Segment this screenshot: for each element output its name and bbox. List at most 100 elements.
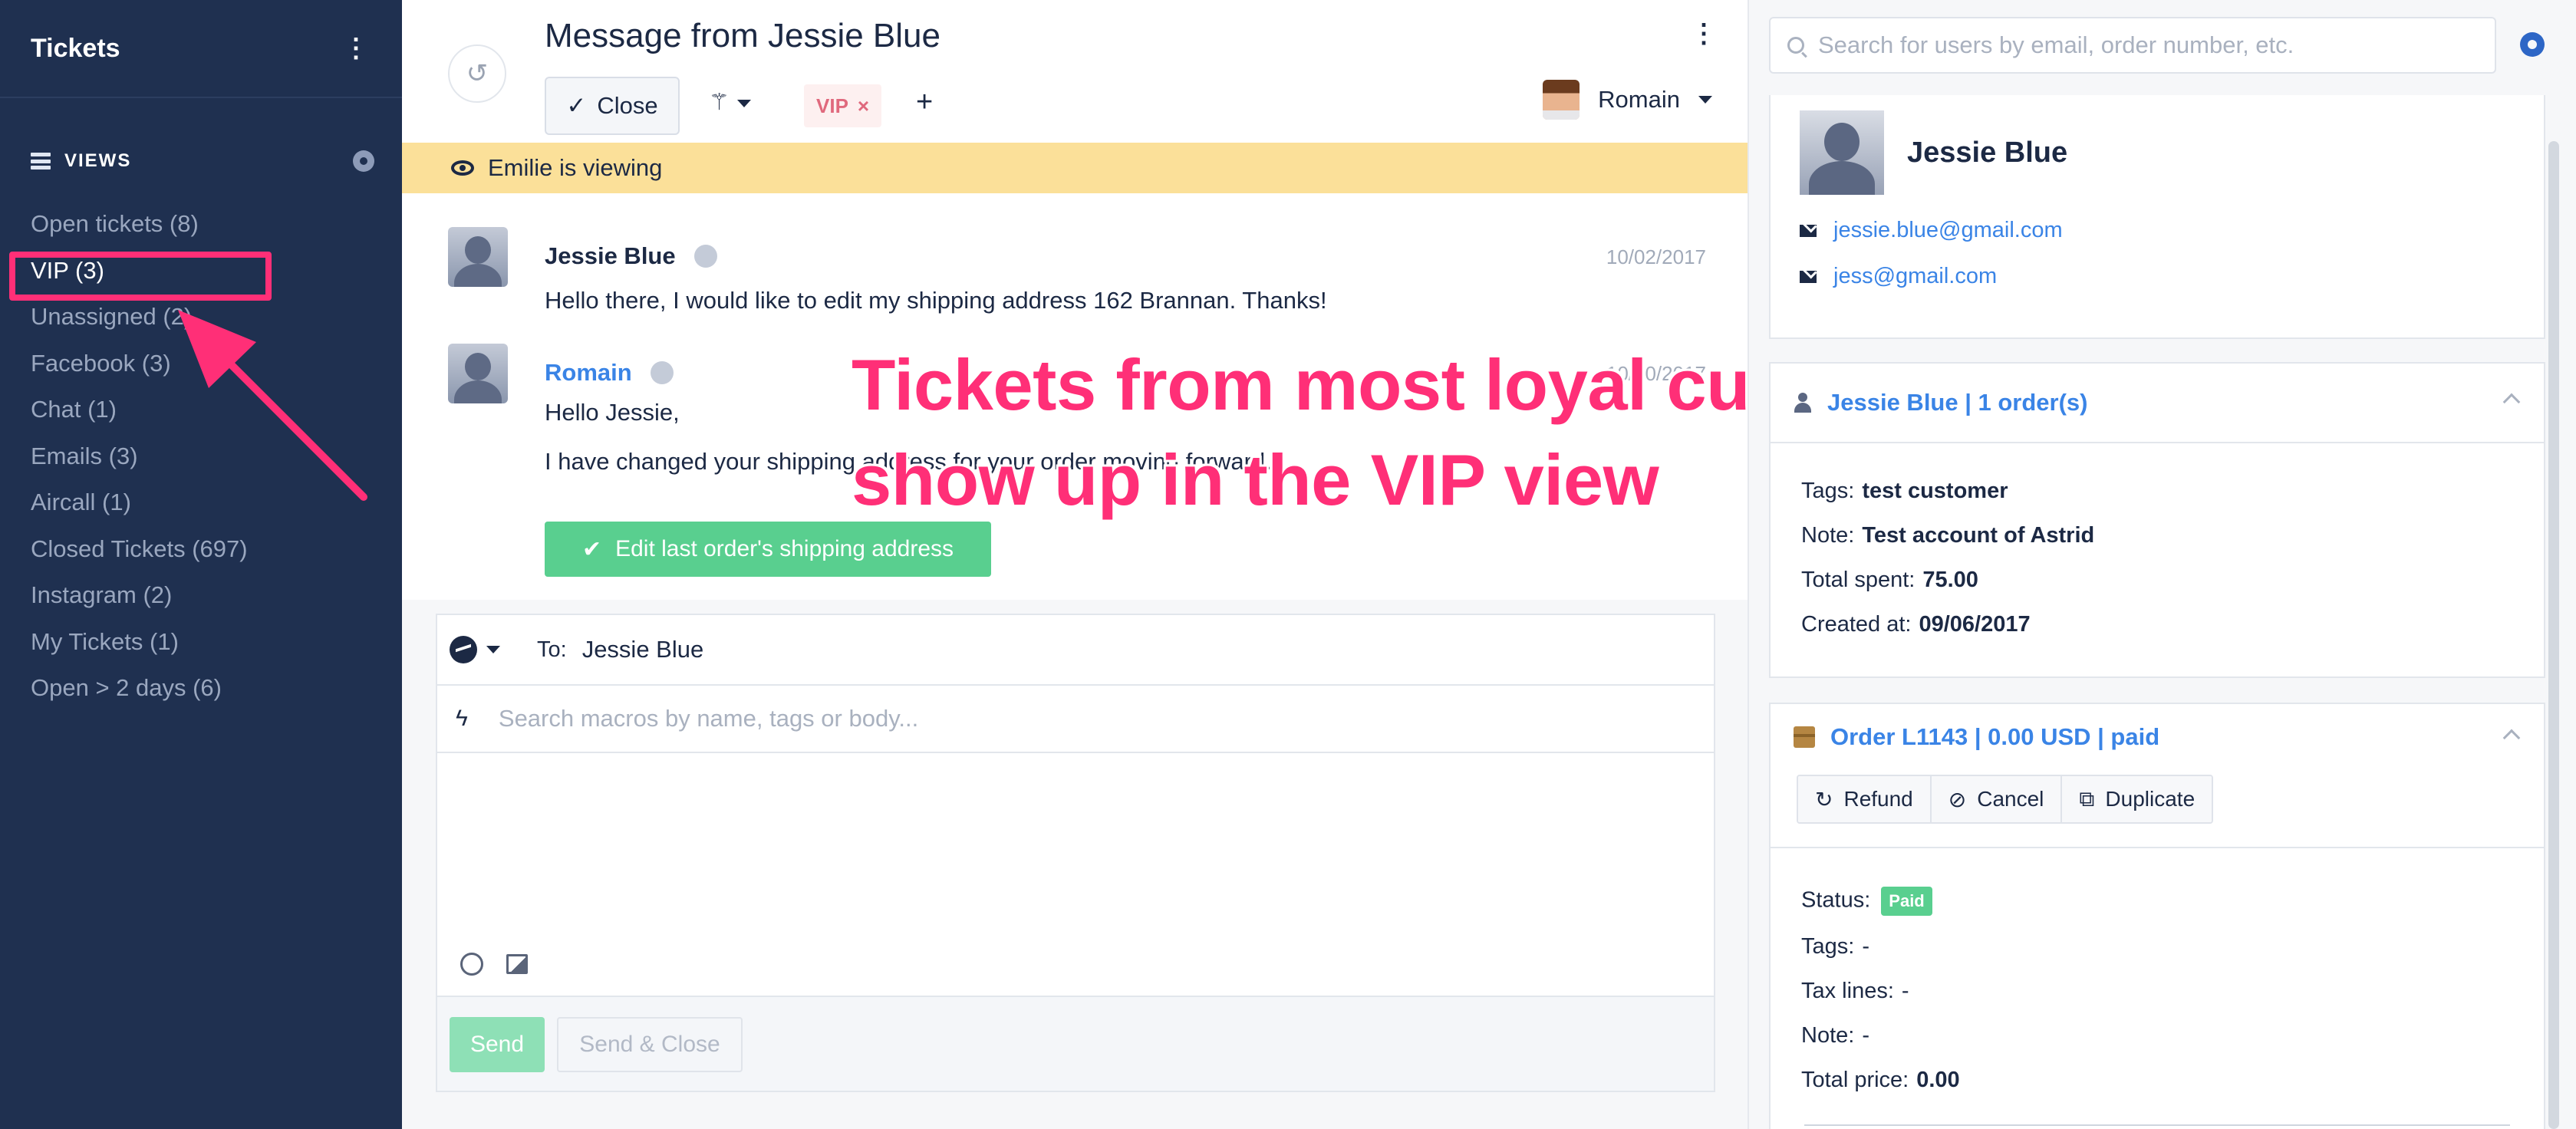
person-icon — [1794, 393, 1812, 413]
ticket-more-icon[interactable]: ⋮ — [1691, 18, 1717, 49]
action-label: Edit last order's shipping address — [615, 536, 954, 561]
status-badge: Paid — [1881, 887, 1932, 916]
order-card: Order L1143 | 0.00 USD | paid ↻ Refund ⊘ C… — [1769, 703, 2545, 1129]
edit-shipping-address-button[interactable]: ✔ Edit last order's shipping address — [545, 522, 991, 577]
to-recipient[interactable]: Jessie Blue — [582, 636, 704, 663]
user-name: Jessie Blue — [1907, 137, 2068, 169]
lightning-icon: ϟ — [456, 706, 468, 731]
add-tag-button[interactable]: + — [916, 86, 933, 119]
ticket-header: ↺ Message from Jessie Blue ⋮ ✓ Close ⚚ V… — [402, 0, 1748, 143]
sidebar-title: Tickets — [31, 33, 120, 63]
message-author: Jessie Blue — [545, 242, 676, 269]
sidebar-item-aircall[interactable]: Aircall (1) — [0, 479, 402, 526]
magic-wand-dropdown[interactable]: ⚚ — [709, 89, 751, 116]
assignee-name: Romain — [1598, 86, 1680, 113]
sidebar-item-emails[interactable]: Emails (3) — [0, 433, 402, 480]
avatar — [1800, 110, 1884, 195]
viewing-indicator: Emilie is viewing — [402, 143, 1748, 193]
duplicate-order-button[interactable]: ⧉ Duplicate — [2062, 776, 2212, 822]
envelope-icon — [1800, 224, 1817, 237]
send-and-close-button[interactable]: Send & Close — [557, 1017, 743, 1072]
history-icon[interactable]: ↺ — [448, 44, 506, 103]
customer-field: Tags: test customer — [1801, 479, 2008, 503]
panel-scrollbar[interactable] — [2548, 95, 2562, 1129]
sidebar-item-chat[interactable]: Chat (1) — [0, 387, 402, 433]
views-label: VIEWS — [64, 150, 132, 171]
close-label: Close — [597, 92, 658, 119]
to-label: To: — [537, 637, 567, 662]
sidebar-item-unassigned[interactable]: Unassigned (2) — [0, 294, 402, 341]
sidebar-item-my-tickets[interactable]: My Tickets (1) — [0, 619, 402, 666]
user-card: Jessie Blue jessie.blue@gmail.com jess@g… — [1769, 95, 2545, 339]
message-greeting: Hello Jessie, — [545, 399, 680, 426]
views-settings-gear-icon[interactable] — [353, 150, 374, 172]
order-card-header[interactable]: Order L1143 | 0.00 USD | paid — [1771, 704, 2544, 770]
ticket-title: Message from Jessie Blue — [545, 17, 940, 54]
list-icon — [31, 153, 51, 170]
package-icon — [1794, 726, 1815, 748]
order-card-title[interactable]: Order L1143 | 0.00 USD | paid — [1830, 723, 2159, 751]
order-field: Tags: - — [1801, 934, 1869, 959]
sidebar-item-open-2-days[interactable]: Open > 2 days (6) — [0, 665, 402, 712]
scrollbar-thumb[interactable] — [2548, 141, 2559, 1129]
chevron-up-icon[interactable] — [2502, 729, 2521, 747]
customer-integration-card: Jessie Blue | 1 order(s) Tags: test custo… — [1769, 362, 2545, 678]
customer-card-header[interactable]: Jessie Blue | 1 order(s) — [1771, 364, 2544, 443]
search-icon — [1787, 37, 1804, 54]
sidebar-item-facebook[interactable]: Facebook (3) — [0, 341, 402, 387]
vip-tag[interactable]: VIP × — [804, 84, 882, 127]
sidebar-item-instagram[interactable]: Instagram (2) — [0, 572, 402, 619]
vip-tag-label: VIP — [816, 94, 848, 117]
close-ticket-button[interactable]: ✓ Close — [545, 77, 680, 135]
email-link[interactable]: jess@gmail.com — [1800, 264, 1997, 289]
reply-editor[interactable] — [437, 753, 1714, 996]
assignee-avatar — [1543, 80, 1580, 120]
vip-highlight-box — [9, 252, 272, 301]
channel-selector[interactable] — [437, 636, 537, 663]
image-icon[interactable] — [506, 954, 528, 974]
to-row: To: Jessie Blue — [437, 615, 1714, 686]
sidebar-more-icon[interactable]: ⋮ — [341, 33, 371, 64]
refund-button[interactable]: ↻ Refund — [1798, 776, 1932, 822]
messenger-icon — [650, 361, 674, 384]
panel-settings-gear-icon[interactable] — [2520, 32, 2545, 57]
messenger-icon — [450, 636, 477, 663]
order-status: Status: Paid — [1801, 887, 1932, 916]
assignee-dropdown[interactable]: Romain — [1543, 80, 1712, 120]
sidebar-item-closed-tickets[interactable]: Closed Tickets (697) — [0, 526, 402, 573]
macro-row: ϟ — [437, 686, 1714, 753]
remove-tag-icon[interactable]: × — [858, 94, 869, 118]
divider — [1804, 1124, 2510, 1126]
customer-card-title[interactable]: Jessie Blue | 1 order(s) — [1827, 389, 2088, 416]
order-field: Note: - — [1801, 1023, 1869, 1048]
sidebar-header: Tickets ⋮ — [0, 0, 402, 98]
message-body: Hello there, I would like to edit my shi… — [545, 287, 1327, 314]
order-field: Tax lines: - — [1801, 979, 1909, 1003]
user-search-input[interactable] — [1818, 31, 2478, 59]
copy-icon: ⧉ — [2079, 786, 2095, 811]
envelope-icon — [1800, 270, 1817, 283]
chevron-down-icon — [486, 646, 500, 653]
message-author: Romain — [545, 359, 632, 386]
check-icon: ✔ — [581, 536, 602, 562]
email-link[interactable]: jessie.blue@gmail.com — [1800, 218, 2063, 243]
divider — [1771, 847, 2544, 848]
viewing-text: Emilie is viewing — [488, 154, 663, 181]
send-button[interactable]: Send — [450, 1017, 545, 1072]
cancel-order-button[interactable]: ⊘ Cancel — [1931, 776, 2063, 822]
sidebar-item-open-tickets[interactable]: Open tickets (8) — [0, 201, 402, 248]
ticket-area: ↺ Message from Jessie Blue ⋮ ✓ Close ⚚ V… — [402, 0, 2028, 1129]
customer-field: Note: Test account of Astrid — [1801, 523, 2095, 548]
message-item: Jessie Blue 10/02/2017 Hello there, I wo… — [448, 227, 1706, 334]
avatar — [448, 227, 508, 287]
eye-icon — [451, 160, 474, 176]
macro-search-input[interactable] — [498, 705, 1649, 732]
emoji-icon[interactable] — [460, 953, 483, 976]
chevron-down-icon — [1698, 96, 1712, 104]
customer-panel: Jessie Blue jessie.blue@gmail.com jess@g… — [1748, 0, 2576, 1129]
check-icon: ✓ — [566, 92, 587, 119]
chevron-up-icon[interactable] — [2502, 393, 2521, 411]
send-row: Send Send & Close — [437, 996, 1714, 1091]
magic-wand-icon: ⚚ — [709, 90, 730, 115]
customer-field: Total spent: 75.00 — [1801, 568, 1978, 592]
